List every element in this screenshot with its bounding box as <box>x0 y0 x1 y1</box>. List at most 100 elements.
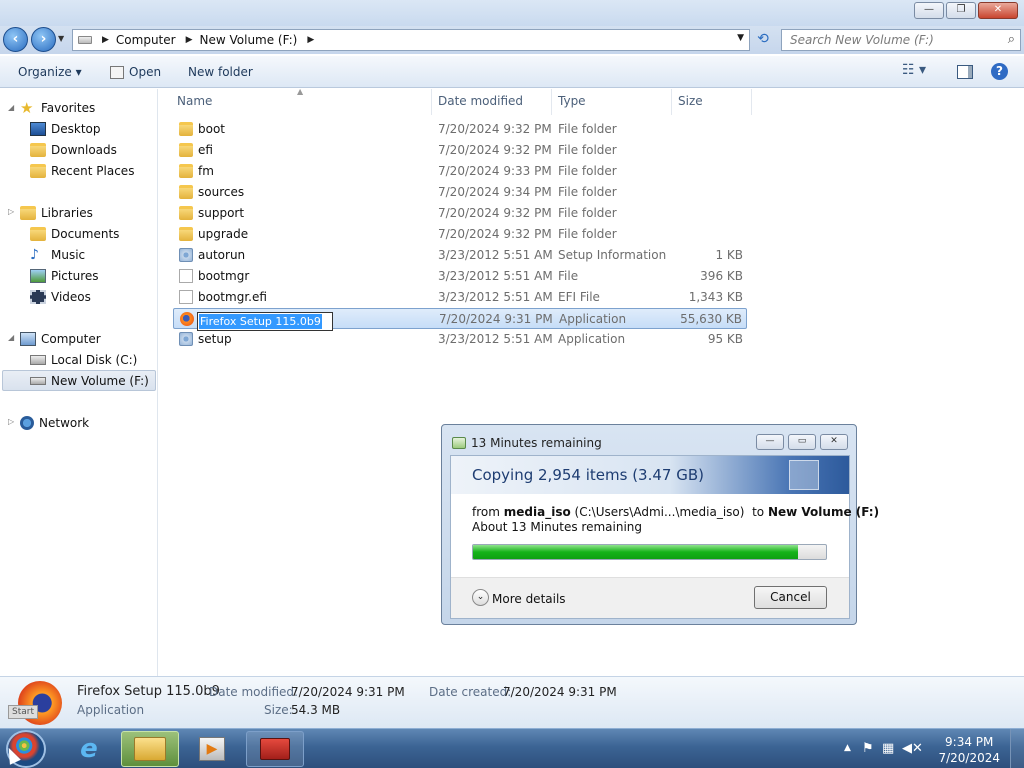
breadcrumb-computer[interactable]: Computer <box>116 33 176 47</box>
dialog-close-button[interactable]: ✕ <box>820 434 848 450</box>
nav-label: Local Disk (C:) <box>51 352 138 367</box>
breadcrumb-new-volume[interactable]: New Volume (F:) <box>200 33 298 47</box>
cancel-button[interactable]: Cancel <box>754 586 827 609</box>
file-name: efi <box>198 143 213 157</box>
details-created-value: 7/20/2024 9:31 PM <box>503 685 617 699</box>
window-controls: — ❐ ✕ <box>914 2 1018 19</box>
to-label: to <box>752 505 765 519</box>
file-row[interactable]: setup 3/23/2012 5:51 AM Application 95 KB <box>173 329 747 350</box>
volume-muted-icon[interactable]: ◀✕ <box>902 741 923 756</box>
details-size-value: 54.3 MB <box>291 703 341 717</box>
refresh-icon[interactable]: ⟲ <box>752 31 774 49</box>
action-center-flag-icon[interactable]: ⚑ <box>862 741 874 756</box>
file-row[interactable]: support 7/20/2024 9:32 PM File folder <box>173 203 747 224</box>
internet-explorer-icon: e <box>80 734 98 764</box>
file-row[interactable]: efi 7/20/2024 9:32 PM File folder <box>173 140 747 161</box>
dialog-restore-button[interactable]: ▭ <box>788 434 816 450</box>
restore-button[interactable]: ❐ <box>946 2 976 19</box>
document-stack-icon <box>789 460 819 490</box>
file-date: 3/23/2012 5:51 AM <box>438 332 553 346</box>
nav-videos[interactable]: Videos <box>30 286 91 307</box>
show-desktop-button[interactable] <box>1010 729 1024 768</box>
nav-new-volume[interactable]: New Volume (F:) <box>2 370 156 391</box>
nav-desktop[interactable]: Desktop <box>30 118 101 139</box>
help-icon[interactable]: ? <box>991 63 1008 80</box>
nav-music[interactable]: ♪ Music <box>30 244 85 265</box>
file-date: 7/20/2024 9:33 PM <box>438 164 552 178</box>
expand-network-icon[interactable]: ▷ <box>8 417 14 426</box>
nav-downloads[interactable]: Downloads <box>30 139 117 160</box>
chevron-right-icon[interactable]: ▶ <box>102 35 109 45</box>
destination-link[interactable]: New Volume (F:) <box>768 505 879 519</box>
expand-libraries-icon[interactable]: ▷ <box>8 207 14 216</box>
nav-recent-places[interactable]: Recent Places <box>30 160 134 181</box>
chevron-down-icon[interactable]: ⌄ <box>472 589 489 606</box>
videos-icon <box>30 289 46 304</box>
file-row[interactable]: Firefox Setup 115.0b9 7/20/2024 9:31 PM Ap… <box>173 308 747 331</box>
chevron-right-icon[interactable]: ▶ <box>307 35 314 45</box>
organize-button[interactable]: Organize ▾ <box>18 65 82 79</box>
file-row[interactable]: bootmgr 3/23/2012 5:51 AM File 396 KB <box>173 266 747 287</box>
taskbar: e ▶ ▲ ⚑ ▦ ◀✕ 9:34 PM 7/20/2024 <box>0 728 1024 768</box>
network-icon <box>20 415 34 430</box>
column-header-size[interactable]: Size <box>678 94 703 108</box>
chevron-right-icon[interactable]: ▶ <box>186 35 193 45</box>
nav-computer[interactable]: Computer <box>20 328 101 349</box>
address-dropdown-icon[interactable]: ▼ <box>737 33 744 43</box>
dialog-minimize-button[interactable]: — <box>756 434 784 450</box>
file-row[interactable]: fm 7/20/2024 9:33 PM File folder <box>173 161 747 182</box>
column-divider[interactable] <box>551 89 552 115</box>
file-row[interactable]: boot 7/20/2024 9:32 PM File folder <box>173 119 747 140</box>
nav-network[interactable]: Network <box>20 412 89 433</box>
open-button[interactable]: Open <box>129 65 161 79</box>
column-divider[interactable] <box>751 89 752 115</box>
preview-pane-icon[interactable] <box>957 65 973 79</box>
show-hidden-icons-icon[interactable]: ▲ <box>844 743 851 753</box>
taskbar-windows-explorer[interactable] <box>121 731 179 767</box>
nav-libraries[interactable]: Libraries <box>20 202 93 223</box>
nav-label: Documents <box>51 226 120 241</box>
nav-favorites[interactable]: ★ Favorites <box>20 97 95 118</box>
nav-label: Recent Places <box>51 163 135 178</box>
file-name: boot <box>198 122 226 136</box>
new-folder-button[interactable]: New folder <box>188 65 253 79</box>
command-bar: Organize ▾ Open New folder ☷ ▾ ? <box>0 56 1024 88</box>
column-divider[interactable] <box>431 89 432 115</box>
expand-favorites-icon[interactable]: ◢ <box>8 103 14 112</box>
file-row[interactable]: upgrade 7/20/2024 9:32 PM File folder <box>173 224 747 245</box>
file-row[interactable]: bootmgr.efi 3/23/2012 5:51 AM EFI File 1,34… <box>173 287 747 308</box>
source-link[interactable]: media_iso <box>504 505 571 519</box>
nav-pictures[interactable]: Pictures <box>30 265 99 286</box>
file-size: 95 KB <box>707 332 743 346</box>
more-details-button[interactable]: More details <box>492 592 566 606</box>
file-row[interactable]: sources 7/20/2024 9:34 PM File folder <box>173 182 747 203</box>
progress-fill <box>473 545 798 559</box>
details-size-label: Size: <box>264 703 293 717</box>
view-options-icon[interactable]: ☷ ▾ <box>902 62 926 78</box>
nav-local-disk[interactable]: Local Disk (C:) <box>30 349 137 370</box>
dialog-controls: — ▭ ✕ <box>756 434 848 450</box>
column-header-date[interactable]: Date modified <box>438 94 523 108</box>
back-button[interactable]: ‹ <box>3 27 28 52</box>
taskbar-media-player[interactable]: ▶ <box>183 731 241 767</box>
forward-button[interactable]: › <box>31 27 56 52</box>
address-bar[interactable]: ▶ Computer ▶ New Volume (F:) ▶ ▼ <box>72 29 750 51</box>
column-header-type[interactable]: Type <box>558 94 586 108</box>
search-icon[interactable]: ⌕ <box>1008 32 1015 47</box>
close-button[interactable]: ✕ <box>978 2 1018 19</box>
start-tooltip: Start <box>8 705 38 719</box>
recent-pages-dropdown-icon[interactable]: ▼ <box>58 34 64 43</box>
network-tray-icon[interactable]: ▦ <box>882 741 894 756</box>
minimize-button[interactable]: — <box>914 2 944 19</box>
nav-documents[interactable]: Documents <box>30 223 119 244</box>
column-divider[interactable] <box>671 89 672 115</box>
taskbar-internet-explorer[interactable]: e <box>60 731 118 767</box>
taskbar-toolbox[interactable] <box>246 731 304 767</box>
file-type: File folder <box>558 206 617 220</box>
clock[interactable]: 9:34 PM 7/20/2024 <box>938 734 1000 766</box>
column-header-name[interactable]: Name <box>177 94 212 108</box>
expand-computer-icon[interactable]: ◢ <box>8 333 14 342</box>
search-input[interactable]: Search New Volume (F:) ⌕ <box>781 29 1021 51</box>
file-date: 3/23/2012 5:51 AM <box>438 248 553 262</box>
file-row[interactable]: autorun 3/23/2012 5:51 AM Setup Informatio… <box>173 245 747 266</box>
